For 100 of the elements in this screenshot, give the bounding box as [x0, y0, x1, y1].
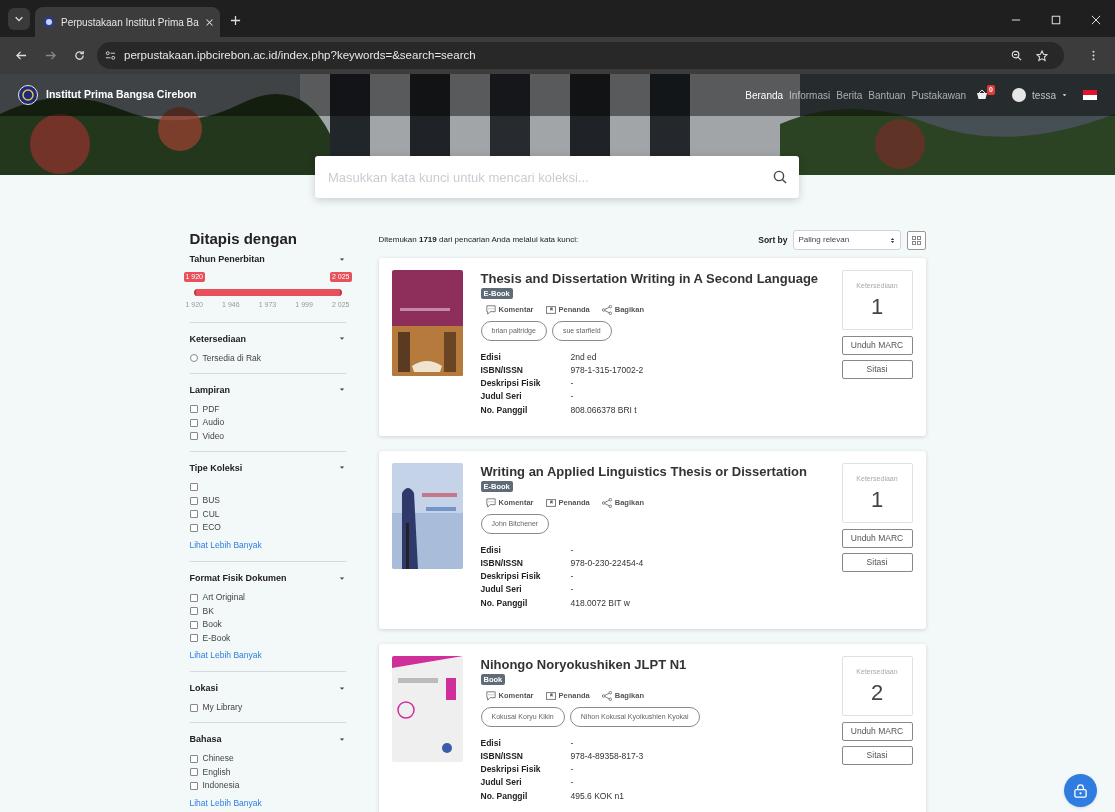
field-label: Judul Seri: [480, 583, 523, 597]
logo-icon[interactable]: [18, 85, 38, 105]
checkbox[interactable]: [189, 703, 198, 712]
star-icon[interactable]: [1036, 49, 1048, 62]
close-icon[interactable]: [204, 17, 214, 27]
tab-list-button[interactable]: [8, 8, 30, 30]
option-label[interactable]: PDF: [202, 402, 220, 416]
new-tab-icon[interactable]: [230, 15, 241, 26]
checkbox[interactable]: [189, 634, 198, 642]
availability-count: 1: [870, 293, 884, 320]
download-marc-button[interactable]: Unduh MARC: [841, 336, 913, 355]
field-value: 978-0-230-22454-4: [570, 556, 644, 570]
caret-icon[interactable]: [338, 685, 345, 692]
citation-button[interactable]: Sitasi: [841, 360, 913, 379]
nav-link[interactable]: Pustakawan: [911, 87, 967, 103]
caret-icon[interactable]: [338, 575, 345, 582]
checkbox[interactable]: [189, 607, 198, 615]
back-icon[interactable]: [16, 50, 27, 61]
avatar-icon[interactable]: [1012, 88, 1027, 102]
section-heading[interactable]: Lokasi: [189, 682, 218, 696]
show-more-link[interactable]: Lihat Lebih Banyak: [189, 649, 346, 662]
download-marc-button[interactable]: Unduh MARC: [841, 529, 913, 548]
option-label[interactable]: Video: [202, 429, 225, 443]
flag-icon[interactable]: [1083, 90, 1097, 100]
field-label: Judul Seri: [480, 390, 523, 404]
nav-link[interactable]: Berita: [836, 87, 863, 103]
citation-button[interactable]: Sitasi: [841, 746, 913, 765]
option-label[interactable]: Chinese: [202, 752, 234, 766]
nav-link[interactable]: Beranda: [745, 87, 784, 103]
checkbox[interactable]: [189, 496, 198, 505]
book-title[interactable]: Thesis and Dissertation Writing in A Second Language: [480, 271, 842, 287]
section-heading[interactable]: Format Fisik Dokumen: [189, 571, 287, 586]
citation-button[interactable]: Sitasi: [841, 553, 913, 572]
caret-icon[interactable]: [338, 256, 345, 263]
sort-select[interactable]: Paling relevan: [792, 230, 901, 250]
checkbox[interactable]: [189, 510, 198, 519]
checkbox[interactable]: [189, 620, 198, 629]
slider-fill[interactable]: [193, 288, 342, 296]
show-more-link[interactable]: Lihat Lebih Banyak: [189, 539, 346, 552]
site-settings-icon[interactable]: [105, 50, 116, 61]
option-label[interactable]: CUL: [202, 507, 220, 521]
browser-tab[interactable]: Perpustakaan Institut Prima Ba: [35, 7, 220, 37]
option-label[interactable]: BK: [202, 604, 214, 618]
bookmark-icon: [545, 304, 556, 315]
caret-icon[interactable]: [338, 736, 345, 743]
basket-icon[interactable]: [976, 89, 989, 101]
book-title[interactable]: Writing an Applied Linguistics Thesis or Dissertation: [480, 464, 842, 480]
option-label[interactable]: ECO: [202, 521, 221, 535]
field-value: -: [570, 583, 574, 597]
share-icon: [601, 690, 612, 701]
field-value: -: [570, 776, 574, 790]
checkbox[interactable]: [189, 432, 198, 441]
download-marc-button[interactable]: Unduh MARC: [841, 722, 913, 741]
show-more-link[interactable]: Lihat Lebih Banyak: [189, 797, 346, 810]
maximize-icon[interactable]: [1051, 15, 1061, 25]
forward-icon[interactable]: [45, 50, 56, 61]
section-heading[interactable]: Ketersediaan: [189, 332, 247, 346]
checkbox[interactable]: [189, 754, 198, 763]
close-icon[interactable]: [1091, 15, 1101, 25]
field-value: 978-1-315-17002-2: [570, 363, 644, 377]
checkbox[interactable]: [189, 781, 198, 790]
nav-link[interactable]: Bantuan: [868, 87, 906, 103]
option-label[interactable]: E-Book: [202, 631, 231, 645]
option-label[interactable]: Tersedia di Rak: [202, 351, 262, 365]
globe-icon: [43, 16, 55, 28]
option-label[interactable]: Indonesia: [202, 779, 240, 793]
checkbox[interactable]: [189, 593, 198, 602]
option-label[interactable]: Art Original: [202, 591, 245, 604]
search-icon[interactable]: [773, 170, 787, 184]
checkbox[interactable]: [189, 523, 198, 532]
field-label: ISBN/ISSN: [480, 749, 524, 763]
option-label[interactable]: My Library: [202, 701, 243, 715]
book-title[interactable]: Nihongo Noryokushiken JLPT N1: [480, 657, 842, 673]
field-value: -: [570, 763, 574, 776]
url-text[interactable]: perpustakaan.ipbcirebon.ac.id/index.php?keywords=&search=search: [124, 46, 476, 65]
section-heading[interactable]: Tipe Koleksi: [189, 461, 243, 475]
field-value: 978-4-89358-817-3: [570, 749, 644, 763]
zoom-icon[interactable]: [1011, 50, 1022, 61]
checkbox[interactable]: [189, 768, 198, 777]
field-label: Deskripsi Fisik: [480, 570, 542, 583]
accessibility-button[interactable]: [1064, 774, 1097, 807]
option-label[interactable]: English: [202, 765, 231, 779]
reload-icon[interactable]: [74, 50, 85, 61]
checkbox[interactable]: [189, 418, 198, 427]
address-bar[interactable]: perpustakaan.ipbcirebon.ac.id/index.php?keywords=&search=search: [97, 42, 1064, 69]
option-label[interactable]: Book: [202, 618, 222, 631]
option-label[interactable]: Audio: [202, 416, 225, 430]
option-label[interactable]: BUS: [202, 494, 220, 508]
field-value: -: [570, 377, 574, 390]
user-name[interactable]: tessa: [1032, 87, 1056, 103]
nav-link[interactable]: Informasi: [789, 87, 831, 103]
section-heading[interactable]: Bahasa: [189, 733, 222, 747]
radio-button[interactable]: [189, 354, 198, 363]
checkbox[interactable]: [189, 483, 198, 492]
section-heading[interactable]: Lampiran: [189, 383, 230, 397]
checkbox[interactable]: [189, 405, 198, 414]
comment-icon: [485, 304, 496, 315]
grid-view-button[interactable]: [906, 230, 926, 250]
site-name[interactable]: Institut Prima Bangsa Cirebon: [46, 87, 197, 103]
section-heading[interactable]: Tahun Penerbitan: [189, 253, 265, 267]
